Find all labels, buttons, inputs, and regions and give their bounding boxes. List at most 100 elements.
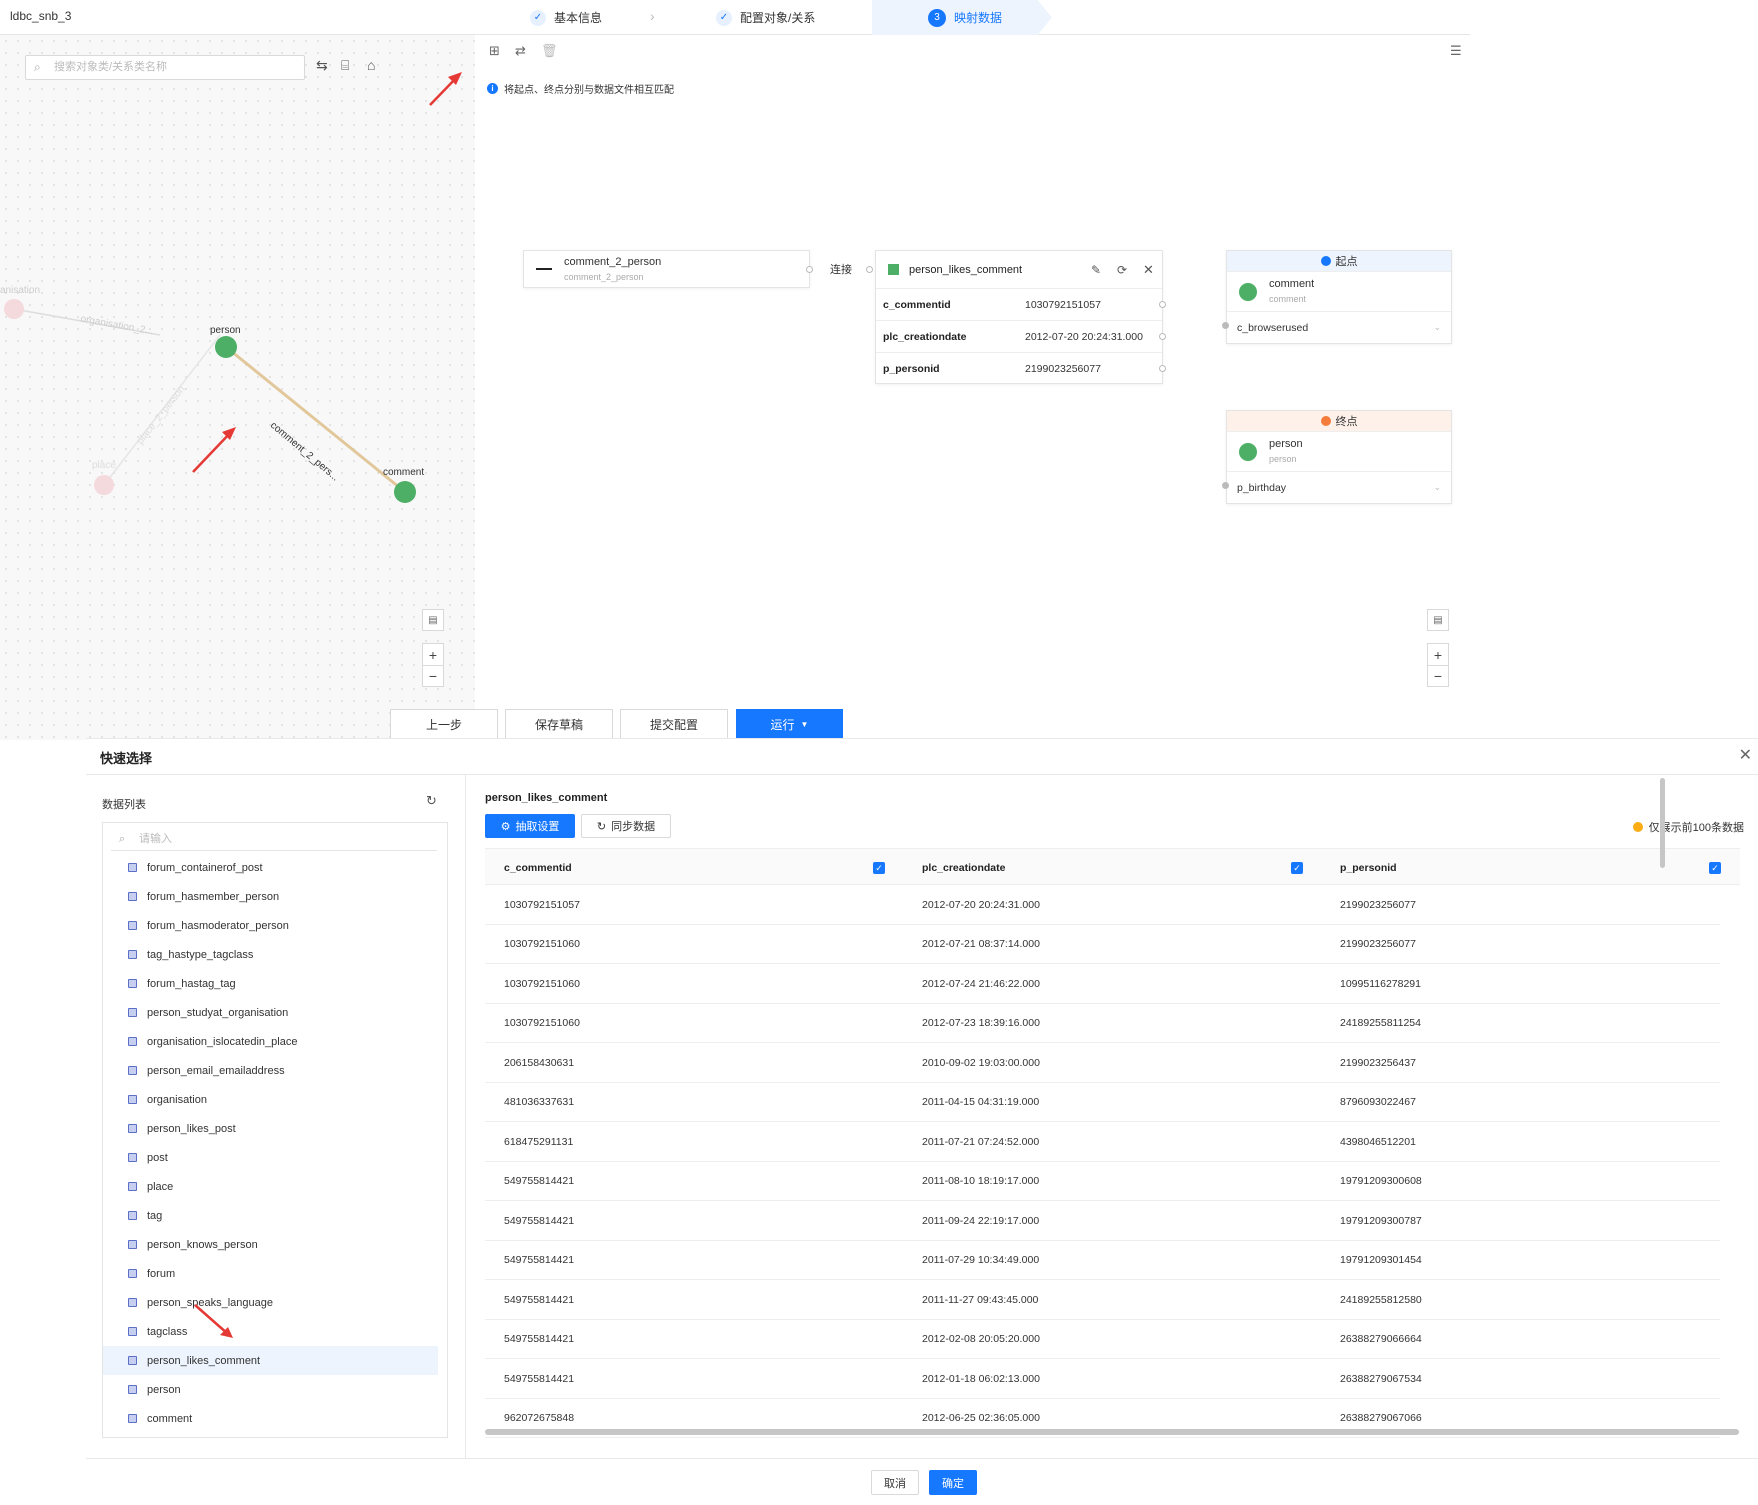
- list-item[interactable]: place: [103, 1172, 438, 1201]
- zoom-in-button[interactable]: +: [423, 644, 443, 665]
- step-map-data[interactable]: 3 映射数据: [928, 0, 1002, 35]
- start-field-select[interactable]: c_browserused ⌄: [1227, 311, 1451, 343]
- zoom-out-button[interactable]: −: [423, 665, 443, 686]
- minimap-icon[interactable]: ▤: [1427, 609, 1449, 631]
- extract-settings-button[interactable]: ⚙ 抽取设置: [485, 814, 575, 838]
- modal-footer-divider: [86, 1458, 1758, 1459]
- step-config-objects[interactable]: ✓ 配置对象/关系: [716, 0, 815, 35]
- sync-data-button[interactable]: ↻ 同步数据: [581, 814, 671, 838]
- sync-icon: ↻: [596, 820, 607, 833]
- list-item[interactable]: organisation: [103, 1085, 438, 1114]
- info-icon: i: [487, 83, 498, 94]
- edge-comment-person[interactable]: [225, 345, 406, 494]
- zoom-in-button[interactable]: +: [1428, 644, 1448, 665]
- node-organisation[interactable]: [4, 299, 24, 319]
- end-field-select[interactable]: p_birthday ⌄: [1227, 471, 1451, 503]
- chevron-down-icon: ⌄: [1433, 482, 1441, 492]
- step-basic-info[interactable]: ✓ 基本信息: [530, 0, 602, 35]
- table-icon: [128, 1298, 137, 1307]
- horizontal-scrollbar[interactable]: [485, 1429, 1739, 1435]
- list-item[interactable]: person_likes_post: [103, 1114, 438, 1143]
- node-person[interactable]: [215, 336, 237, 358]
- node-place[interactable]: [94, 475, 114, 495]
- list-item[interactable]: person_likes_comment: [103, 1346, 438, 1375]
- list-item-label: organisation: [147, 1093, 207, 1106]
- field-row[interactable]: plc_creationdate 2012-07-20 20:24:31.000: [876, 320, 1166, 352]
- port[interactable]: [1159, 301, 1166, 308]
- close-icon[interactable]: ✕: [1739, 745, 1752, 765]
- port[interactable]: [1159, 365, 1166, 372]
- port[interactable]: [866, 266, 873, 273]
- list-item[interactable]: person_studyat_organisation: [103, 998, 438, 1027]
- list-item[interactable]: forum_hasmoderator_person: [103, 911, 438, 940]
- field-select-value: p_birthday: [1237, 481, 1287, 494]
- cancel-button[interactable]: 取消: [871, 1470, 919, 1495]
- port[interactable]: [1222, 322, 1229, 329]
- list-item[interactable]: person_email_emailaddress: [103, 1056, 438, 1085]
- table-card-header: person_likes_comment ✎ ⟳ ✕: [876, 251, 1162, 288]
- list-item[interactable]: tag_hastype_tagclass: [103, 940, 438, 969]
- close-icon[interactable]: ✕: [1143, 262, 1154, 278]
- list-item[interactable]: person_speaks_language: [103, 1288, 438, 1317]
- data-table-card[interactable]: person_likes_comment ✎ ⟳ ✕ c_commentid 1…: [875, 250, 1166, 384]
- prev-button[interactable]: 上一步: [390, 709, 498, 739]
- column-checkbox[interactable]: ✓: [1291, 862, 1303, 874]
- submit-config-button[interactable]: 提交配置: [620, 709, 728, 739]
- list-item[interactable]: forum_hastag_tag: [103, 969, 438, 998]
- start-entity: comment comment: [1227, 271, 1451, 311]
- list-item-label: forum_hasmoderator_person: [147, 919, 289, 932]
- table-icon: [128, 1095, 137, 1104]
- table-icon: [128, 1240, 137, 1249]
- node-comment[interactable]: [394, 481, 416, 503]
- ok-button[interactable]: 确定: [929, 1470, 977, 1495]
- list-item[interactable]: person: [103, 1375, 438, 1404]
- field-select-value: c_browserused: [1237, 321, 1309, 334]
- zoom-out-button[interactable]: −: [1428, 665, 1448, 686]
- start-node-card[interactable]: 起点 comment comment c_browserused ⌄: [1226, 250, 1452, 344]
- edit-icon[interactable]: ✎: [1091, 263, 1101, 277]
- vertical-scrollbar[interactable]: [1660, 778, 1665, 868]
- list-item[interactable]: person_knows_person: [103, 1230, 438, 1259]
- refresh-icon[interactable]: ↻: [426, 793, 437, 809]
- node-label-organisation: anisation: [0, 285, 41, 296]
- list-item[interactable]: organisation_islocatedin_place: [103, 1027, 438, 1056]
- list-item[interactable]: forum_containerof_post: [103, 853, 438, 882]
- save-draft-button[interactable]: 保存草稿: [505, 709, 613, 739]
- zoom-controls: + −: [1427, 643, 1449, 687]
- notice: 仅展示前100条数据: [1632, 819, 1744, 835]
- table-cell: 549755814421: [504, 1372, 575, 1385]
- table-row: 549755814421 2011-09-24 22:19:17.000 19791…: [485, 1201, 1720, 1241]
- refresh-icon[interactable]: ⟳: [1117, 263, 1127, 277]
- list-icon[interactable]: ☰: [1450, 43, 1462, 59]
- table-cell: 2012-02-08 20:05:20.000: [922, 1333, 1040, 1345]
- table-icon: [128, 979, 137, 988]
- port[interactable]: [1222, 482, 1229, 489]
- minimap-icon[interactable]: ▤: [422, 609, 444, 631]
- line-icon: [536, 268, 552, 270]
- add-folder-icon[interactable]: ⊞: [489, 43, 500, 59]
- graph-canvas[interactable]: ⌕ 搜索对象类/关系类名称 ⇆ ⌸ ⌂ person comment anisa…: [0, 35, 475, 740]
- list-item[interactable]: post: [103, 1143, 438, 1172]
- field-row[interactable]: c_commentid 1030792151057: [876, 288, 1166, 320]
- list-item[interactable]: forum_hasmember_person: [103, 882, 438, 911]
- swap-icon[interactable]: ⇄: [515, 43, 526, 59]
- start-icon: [1320, 256, 1331, 266]
- start-header: 起点: [1227, 251, 1451, 271]
- end-node-card[interactable]: 终点 person person p_birthday ⌄: [1226, 410, 1452, 504]
- list-item[interactable]: tagclass: [103, 1317, 438, 1346]
- list-search-input[interactable]: ⌕ 请输入: [111, 827, 437, 851]
- delete-icon[interactable]: 🗑: [541, 43, 558, 59]
- table-icon: [128, 1269, 137, 1278]
- port[interactable]: [1159, 333, 1166, 340]
- field-row[interactable]: p_personid 2199023256077: [876, 352, 1166, 384]
- extract-label: 抽取设置: [515, 821, 560, 833]
- list-item[interactable]: forum: [103, 1259, 438, 1288]
- port[interactable]: [806, 266, 813, 273]
- column-checkbox[interactable]: ✓: [873, 862, 885, 874]
- relation-card[interactable]: comment_2_person comment_2_person: [523, 250, 810, 288]
- run-button[interactable]: 运行 ▼: [736, 709, 843, 739]
- column-checkbox[interactable]: ✓: [1709, 862, 1721, 874]
- search-placeholder: 请输入: [139, 833, 172, 845]
- list-item[interactable]: comment: [103, 1404, 438, 1433]
- list-item[interactable]: tag: [103, 1201, 438, 1230]
